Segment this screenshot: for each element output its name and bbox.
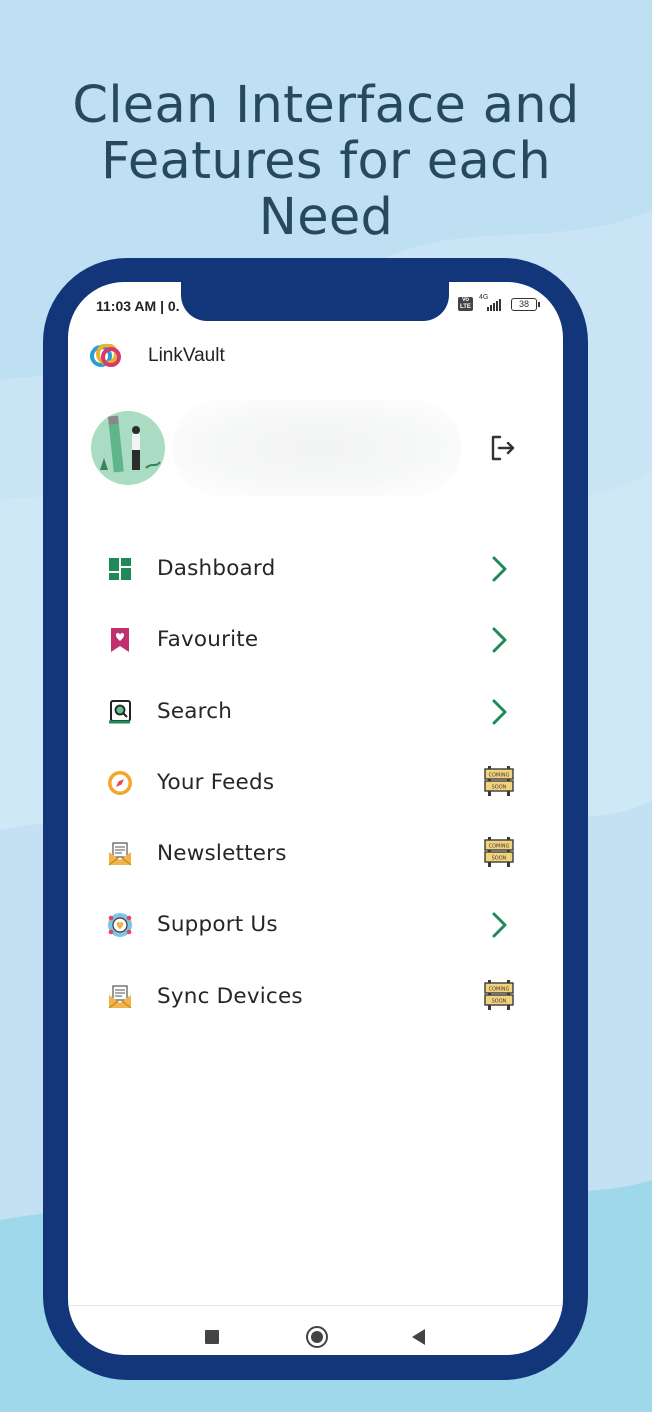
coming-soon-icon: COMING SOON [484, 765, 514, 796]
dashboard-icon [109, 558, 131, 580]
profile-name-placeholder [172, 400, 462, 496]
status-time: 11:03 AM | 0. [96, 298, 180, 314]
menu-item-sync-devices[interactable]: Sync Devices COMING SOON [68, 961, 563, 1032]
coming-soon-icon: COMING SOON [484, 837, 514, 868]
camera-notch [181, 282, 449, 321]
menu-label: Sync Devices [157, 983, 303, 1009]
headline-line-1: Clean Interface and [72, 76, 580, 135]
logout-icon[interactable] [488, 433, 518, 463]
phone-screen: 11:03 AM | 0. Vo LTE 4G 38 LinkVault Das… [68, 282, 563, 1355]
menu-label: Support Us [157, 912, 278, 938]
headline-line-2: Features for each [101, 132, 551, 191]
menu-label: Search [157, 698, 233, 724]
sync-envelope-icon [108, 985, 132, 1009]
nav-menu: Dashboard Favourite Search Your Feeds CO… [68, 533, 563, 1032]
battery-icon: 38 [511, 297, 540, 311]
recents-button[interactable] [205, 1330, 219, 1344]
compass-icon [108, 770, 132, 795]
svg-text:COMING: COMING [489, 986, 510, 992]
svg-text:SOON: SOON [492, 784, 507, 790]
newsletter-envelope-icon [108, 842, 132, 866]
menu-item-dashboard[interactable]: Dashboard [68, 533, 563, 604]
chevron-right-icon[interactable] [486, 909, 514, 941]
menu-label: Dashboard [157, 556, 276, 581]
menu-label: Favourite [157, 627, 259, 653]
chevron-right-icon[interactable] [486, 624, 514, 656]
back-button[interactable] [410, 1328, 426, 1346]
linkvault-logo-icon [90, 344, 121, 367]
support-icon [108, 913, 132, 938]
app-title: LinkVault [148, 345, 225, 366]
menu-item-support-us[interactable]: Support Us [68, 889, 563, 960]
phone-frame: 11:03 AM | 0. Vo LTE 4G 38 LinkVault Das… [43, 258, 588, 1380]
search-icon [109, 699, 131, 724]
volte-icon: Vo LTE [458, 297, 473, 311]
svg-text:SOON: SOON [492, 856, 507, 862]
svg-text:SOON: SOON [492, 998, 507, 1004]
android-nav-bar [68, 1305, 563, 1355]
page-headline: Clean Interface and Features for each Ne… [0, 78, 652, 246]
menu-label: Newsletters [157, 841, 287, 867]
headline-line-3: Need [258, 188, 394, 247]
profile-avatar[interactable] [90, 410, 166, 486]
menu-item-search[interactable]: Search [68, 676, 563, 747]
svg-text:COMING: COMING [489, 772, 510, 778]
svg-text:COMING: COMING [489, 844, 510, 850]
chevron-right-icon[interactable] [486, 696, 514, 728]
home-button[interactable] [306, 1326, 328, 1348]
chevron-right-icon[interactable] [486, 553, 514, 585]
menu-item-your-feeds[interactable]: Your Feeds COMING SOON [68, 747, 563, 818]
menu-label: Your Feeds [157, 769, 275, 795]
status-icons: Vo LTE 4G 38 [458, 294, 540, 311]
app-bar: LinkVault [90, 344, 225, 368]
coming-soon-icon: COMING SOON [484, 979, 514, 1010]
menu-item-newsletters[interactable]: Newsletters COMING SOON [68, 818, 563, 889]
bookmark-heart-icon [111, 628, 129, 653]
menu-item-favourite[interactable]: Favourite [68, 604, 563, 675]
signal-icon: 4G [479, 294, 505, 311]
